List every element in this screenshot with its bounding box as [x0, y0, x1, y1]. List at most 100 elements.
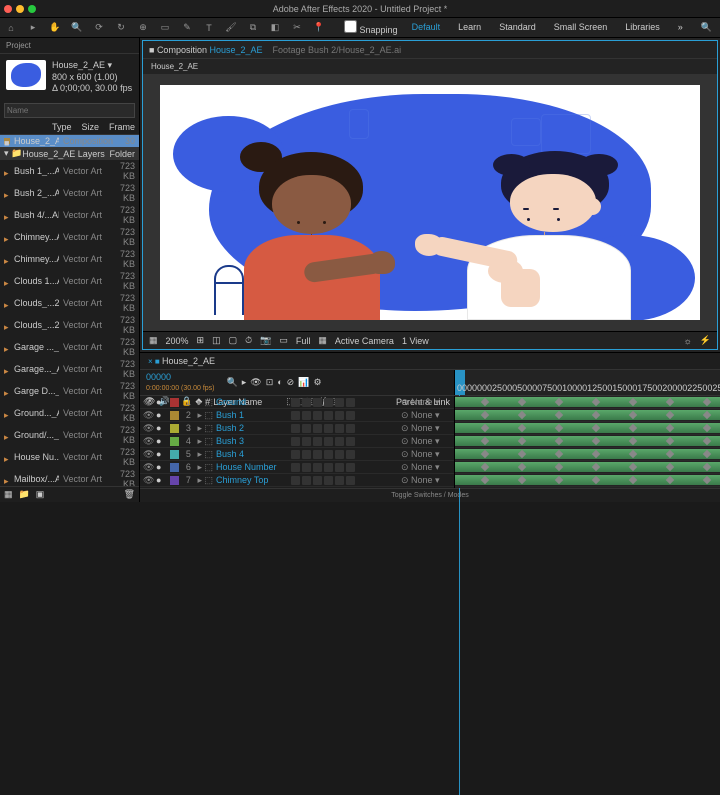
project-item[interactable]: ▸Clouds 1...AE.aiVector Art723 KB — [0, 270, 139, 292]
brush-tool-icon[interactable]: 🖌 — [224, 21, 238, 35]
workspace-default[interactable]: Default — [408, 20, 445, 35]
timeline-tab[interactable]: House_2_AE — [162, 356, 215, 366]
project-item[interactable]: ▸Garage..._AE.aiVector Art723 KB — [0, 358, 139, 380]
project-item[interactable]: ▸Garage ..._AE.aiVector Art723 KB — [0, 336, 139, 358]
col-type[interactable]: Type — [52, 122, 72, 132]
project-item[interactable]: ▸Clouds_...2_AE.aiVector Art723 KB — [0, 314, 139, 336]
col-size[interactable]: Size — [81, 122, 99, 132]
roto-tool-icon[interactable]: ✂ — [290, 21, 304, 35]
col-frame[interactable]: Frame — [109, 122, 135, 132]
view-dropdown[interactable]: 1 View — [402, 336, 429, 346]
time-icon[interactable]: ⏱ — [245, 335, 252, 346]
comp-name[interactable]: House_2_AE ▾ — [52, 60, 132, 72]
mask-icon[interactable]: ▢ — [229, 335, 238, 346]
project-item[interactable]: ▸Ground..._AE.aiVector Art723 KB — [0, 402, 139, 424]
transparency-icon[interactable]: ▦ — [318, 335, 327, 346]
track[interactable] — [455, 435, 720, 448]
track[interactable] — [455, 461, 720, 474]
snapshot-icon[interactable]: 📷 — [260, 335, 271, 346]
time-ruler[interactable]: 0000000250005000075001000012500150001750… — [455, 370, 720, 395]
track[interactable] — [455, 396, 720, 409]
project-item[interactable]: ▸Chimney...AE.aiVector Art723 KB — [0, 248, 139, 270]
project-item-comp[interactable]: ■ House_2_AE Composition 30 — [0, 135, 139, 147]
track[interactable] — [455, 474, 720, 487]
draft-icon[interactable]: ⊡ — [266, 377, 274, 388]
bit-depth-icon[interactable]: ▦ — [4, 489, 13, 500]
col-name[interactable] — [4, 122, 42, 132]
close-window[interactable] — [4, 5, 12, 13]
alpha-icon[interactable]: ▦ — [149, 335, 158, 346]
anchor-tool-icon[interactable]: ⊕ — [136, 21, 150, 35]
clone-tool-icon[interactable]: ⧉ — [246, 21, 260, 35]
brain-icon[interactable]: ⚙ — [313, 377, 321, 388]
trash-icon[interactable]: 🗑 — [124, 489, 135, 500]
tracks-area[interactable] — [455, 396, 720, 488]
motion-blur-icon[interactable]: ⊘ — [287, 377, 295, 388]
frame-blend-icon[interactable]: ◐ — [277, 377, 282, 387]
puppet-tool-icon[interactable]: 📍 — [312, 21, 326, 35]
composition-viewer[interactable] — [143, 74, 717, 331]
track[interactable] — [455, 409, 720, 422]
home-icon[interactable]: ⌂ — [4, 21, 18, 35]
graph-icon[interactable]: 📊 — [298, 377, 309, 388]
camera-dropdown[interactable]: Active Camera — [335, 336, 394, 346]
project-item[interactable]: ▸Garge D..._AE.aiVector Art723 KB — [0, 380, 139, 402]
project-tab[interactable]: Project — [0, 38, 139, 54]
project-item[interactable]: ▸Mailbox/...AE.aiVector Art723 KB — [0, 468, 139, 486]
project-item[interactable]: ▸Ground/..._AE.aiVector Art723 KB — [0, 424, 139, 446]
selection-tool-icon[interactable]: ▸ — [26, 21, 40, 35]
snapping-checkbox[interactable] — [344, 20, 357, 33]
workspace-standard[interactable]: Standard — [495, 20, 540, 35]
timeline-layer[interactable]: 👁●4▸ ⬚Bush 3⊙ None ▾ — [140, 435, 454, 448]
fast-preview-icon[interactable]: ⚡ — [700, 335, 711, 346]
rotation-tool-icon[interactable]: ↻ — [114, 21, 128, 35]
comp-tab-active[interactable]: House_2_AE — [209, 45, 262, 55]
grid-icon[interactable]: ⊞ — [197, 335, 205, 346]
project-item[interactable]: ▸Bush 1_...AE.aiVector Art723 KB — [0, 160, 139, 182]
workspace-small[interactable]: Small Screen — [550, 20, 612, 35]
project-item[interactable]: ▸Clouds_...2_AE.aiVector Art723 KB — [0, 292, 139, 314]
track[interactable] — [455, 448, 720, 461]
project-item[interactable]: ▸Bush 2_...AE.aiVector Art723 KB — [0, 182, 139, 204]
project-list[interactable]: ■ House_2_AE Composition 30 ▾ 📁 House_2_… — [0, 135, 139, 486]
shape-tool-icon[interactable]: ▭ — [158, 21, 172, 35]
workspace-libraries[interactable]: Libraries — [621, 20, 664, 35]
timeline-layer[interactable]: 👁●2▸ ⬚Bush 1⊙ None ▾ — [140, 409, 454, 422]
zoom-tool-icon[interactable]: 🔍 — [70, 21, 84, 35]
hand-tool-icon[interactable]: ✋ — [48, 21, 62, 35]
timeline-layer[interactable]: 👁●6▸ ⬚House Number⊙ None ▾ — [140, 461, 454, 474]
track[interactable] — [455, 422, 720, 435]
guides-icon[interactable]: ◫ — [212, 335, 221, 346]
timecode[interactable]: 00000 — [146, 372, 171, 382]
footage-tab[interactable]: Footage Bush 2/House_2_AE.ai — [273, 45, 402, 55]
orbit-tool-icon[interactable]: ⟳ — [92, 21, 106, 35]
project-search-input[interactable] — [4, 103, 135, 118]
new-folder-icon[interactable]: 📁 — [19, 489, 30, 500]
search-timeline-icon[interactable]: 🔍 — [227, 377, 238, 388]
zoom-dropdown[interactable]: 200% — [166, 336, 189, 346]
text-tool-icon[interactable]: T — [202, 21, 216, 35]
eraser-tool-icon[interactable]: ◧ — [268, 21, 282, 35]
project-item-folder[interactable]: ▾ 📁 House_2_AE Layers Folder — [0, 147, 139, 160]
shy-icon[interactable]: 👁 — [250, 377, 261, 388]
workspace-learn[interactable]: Learn — [454, 20, 485, 35]
project-item[interactable]: ▸Chimney...AE.aiVector Art723 KB — [0, 226, 139, 248]
comp-breadcrumb[interactable]: House_2_AE — [143, 59, 717, 74]
timeline-footer[interactable]: Toggle Switches / Modes — [140, 488, 720, 502]
resolution-dropdown[interactable]: Full — [296, 336, 311, 346]
search-help-icon[interactable]: 🔍 — [697, 20, 716, 35]
project-item[interactable]: ▸House Nu...AE.aiVector Art723 KB — [0, 446, 139, 468]
track[interactable] — [455, 487, 720, 488]
maximize-window[interactable] — [28, 5, 36, 13]
new-comp-icon[interactable]: ▣ — [36, 489, 45, 500]
comp-mini-icon[interactable]: ▸ — [242, 377, 247, 388]
region-icon[interactable]: ▭ — [279, 335, 288, 346]
timeline-layer[interactable]: 👁●3▸ ⬚Bush 2⊙ None ▾ — [140, 422, 454, 435]
project-item[interactable]: ▸Bush 4/...AE.aiVector Art723 KB — [0, 204, 139, 226]
pen-tool-icon[interactable]: ✎ — [180, 21, 194, 35]
timeline-layer[interactable]: 👁●5▸ ⬚Bush 4⊙ None ▾ — [140, 448, 454, 461]
minimize-window[interactable] — [16, 5, 24, 13]
timeline-layer[interactable]: 👁●1▸ ⬚Ground⊙ None ▾ — [140, 396, 454, 409]
exposure-icon[interactable]: ☼ — [684, 336, 692, 346]
workspace-more-icon[interactable]: » — [674, 20, 687, 35]
